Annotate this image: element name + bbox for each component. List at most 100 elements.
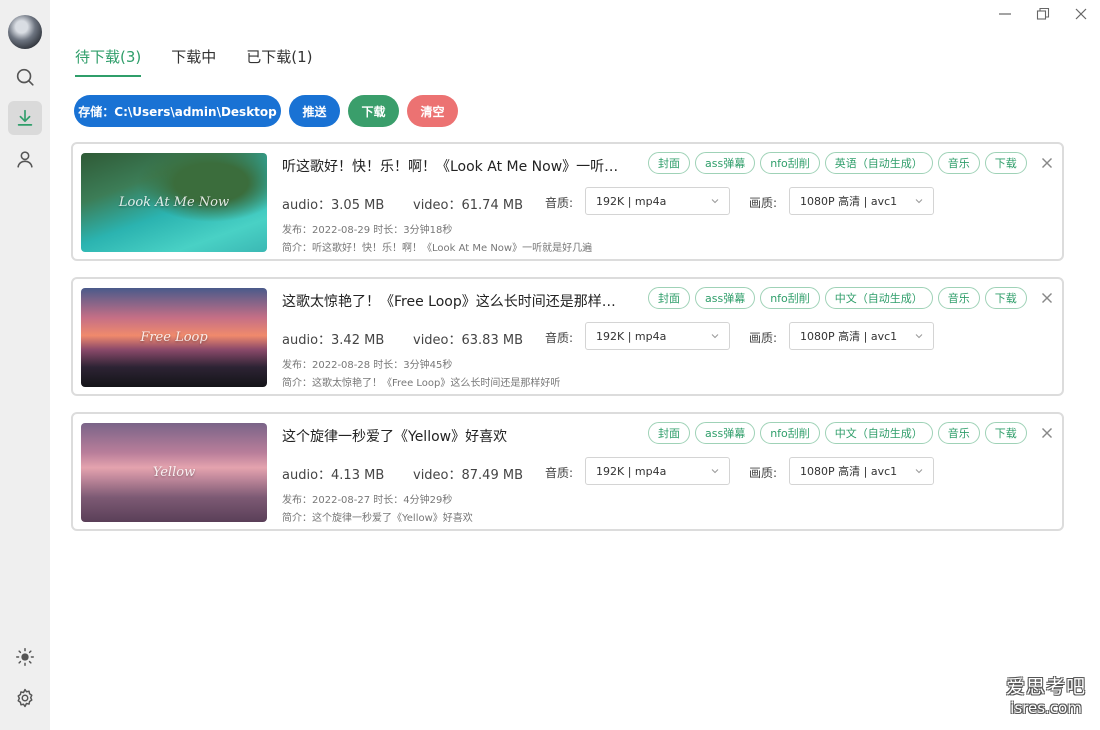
minimize-icon	[999, 13, 1011, 15]
chevron-down-icon	[915, 199, 923, 204]
video-size: video：87.49 MB	[413, 468, 523, 483]
audio-size: audio：3.42 MB	[282, 333, 385, 348]
close-window-button[interactable]	[1069, 4, 1093, 24]
video-quality-select[interactable]: 1080P 高清 | avc1	[789, 187, 934, 215]
download-all-button[interactable]: 下载	[348, 95, 399, 127]
remove-item-button[interactable]	[1039, 290, 1055, 306]
push-button[interactable]: 推送	[289, 95, 340, 127]
tag-subtitle[interactable]: 英语（自动生成）	[824, 152, 933, 174]
publish-info: 发布：2022-08-29 时长：3分钟18秒	[282, 225, 453, 236]
video-intro: 简介：听这歌好！快！乐！啊！《Look At Me Now》一听就是好几遍	[282, 243, 593, 254]
video-quality-select[interactable]: 1080P 高清 | avc1	[789, 457, 934, 485]
search-icon	[16, 68, 34, 86]
chevron-down-icon	[915, 469, 923, 474]
option-tags: 封面 ass弹幕 nfo刮削 中文（自动生成） 音乐 下载	[648, 287, 1027, 309]
tag-music[interactable]: 音乐	[937, 152, 980, 174]
restore-icon	[1036, 7, 1050, 20]
tab-downloading[interactable]: 下载中	[171, 46, 216, 77]
storage-path-button[interactable]: 存储：C:\Users\admin\Desktop	[74, 95, 281, 127]
close-icon	[1042, 158, 1052, 168]
tag-cover[interactable]: 封面	[648, 152, 690, 174]
tag-ass-danmaku[interactable]: ass弹幕	[695, 287, 756, 309]
video-title: 这个旋律一秒爱了《Yellow》好喜欢	[282, 429, 508, 445]
avatar[interactable]	[8, 15, 42, 49]
tag-nfo[interactable]: nfo刮削	[760, 422, 820, 444]
video-quality-value: 1080P 高清 | avc1	[800, 465, 898, 478]
audio-quality-select[interactable]: 192K | mp4a	[585, 457, 730, 485]
watermark-line1: 爱思考吧	[1005, 676, 1086, 698]
tag-cover[interactable]: 封面	[648, 287, 690, 309]
sidebar	[0, 0, 50, 730]
close-icon	[1042, 428, 1052, 438]
tab-downloaded[interactable]: 已下载(1)	[246, 46, 312, 77]
quality-label: 音质:	[545, 331, 574, 345]
tab-bar: 待下载(3) 下载中 已下载(1)	[75, 46, 313, 77]
tag-download[interactable]: 下载	[984, 422, 1027, 444]
theme-sun-icon	[16, 648, 34, 666]
video-quality-value: 1080P 高清 | avc1	[800, 195, 898, 208]
theme-toggle-button[interactable]	[8, 640, 42, 674]
quality-label: 音质:	[545, 196, 574, 210]
sidebar-item-search[interactable]	[8, 60, 42, 94]
toolbar: 存储：C:\Users\admin\Desktop 推送 下载 清空	[74, 95, 458, 127]
audio-quality-value: 192K | mp4a	[596, 464, 667, 478]
restore-button[interactable]	[1031, 4, 1055, 24]
tag-nfo[interactable]: nfo刮削	[760, 152, 820, 174]
close-icon	[1075, 8, 1087, 20]
tag-subtitle[interactable]: 中文（自动生成）	[824, 422, 933, 444]
video-thumbnail: Free Loop	[81, 288, 267, 387]
audio-quality-select[interactable]: 192K | mp4a	[585, 322, 730, 350]
chevron-down-icon	[711, 334, 719, 339]
option-tags: 封面 ass弹幕 nfo刮削 英语（自动生成） 音乐 下载	[648, 152, 1027, 174]
video-intro: 简介：这个旋律一秒爱了《Yellow》好喜欢	[282, 513, 473, 524]
audio-size: audio：3.05 MB	[282, 198, 385, 213]
resolution-label: 画质:	[749, 196, 778, 210]
download-icon	[17, 109, 33, 126]
thumbnail-caption: Free Loop	[140, 330, 208, 345]
download-item: Look At Me Now 听这歌好！快！乐！啊！《Look At Me No…	[71, 142, 1064, 261]
video-quality-value: 1080P 高清 | avc1	[800, 330, 898, 343]
chevron-down-icon	[915, 334, 923, 339]
sidebar-item-download[interactable]	[8, 101, 42, 135]
watermark-line2: isres.com	[1010, 699, 1082, 717]
tag-music[interactable]: 音乐	[937, 422, 980, 444]
chevron-down-icon	[711, 469, 719, 474]
resolution-label: 画质:	[749, 331, 778, 345]
video-intro: 简介：这歌太惊艳了！《Free Loop》这么长时间还是那样好听	[282, 378, 561, 389]
video-title: 这歌太惊艳了！《Free Loop》这么长时间还是那样…	[282, 294, 616, 310]
video-title: 听这歌好！快！乐！啊！《Look At Me Now》一听…	[282, 159, 619, 175]
tag-ass-danmaku[interactable]: ass弹幕	[695, 152, 756, 174]
tag-music[interactable]: 音乐	[937, 287, 980, 309]
audio-quality-value: 192K | mp4a	[596, 329, 667, 343]
tag-cover[interactable]: 封面	[648, 422, 690, 444]
audio-quality-select[interactable]: 192K | mp4a	[585, 187, 730, 215]
option-tags: 封面 ass弹幕 nfo刮削 中文（自动生成） 音乐 下载	[648, 422, 1027, 444]
tag-subtitle[interactable]: 中文（自动生成）	[824, 287, 933, 309]
thumbnail-caption: Look At Me Now	[118, 195, 230, 210]
tag-download[interactable]: 下载	[984, 287, 1027, 309]
minimize-button[interactable]	[993, 4, 1017, 24]
audio-quality-value: 192K | mp4a	[596, 194, 667, 208]
resolution-label: 画质:	[749, 466, 778, 480]
video-thumbnail: Yellow	[81, 423, 267, 522]
sidebar-item-user[interactable]	[8, 142, 42, 176]
tag-nfo[interactable]: nfo刮削	[760, 287, 820, 309]
user-icon	[17, 151, 33, 168]
clear-button[interactable]: 清空	[407, 95, 458, 127]
close-icon	[1042, 293, 1052, 303]
video-size: video：63.83 MB	[413, 333, 523, 348]
download-item: Free Loop 这歌太惊艳了！《Free Loop》这么长时间还是那样… 封…	[71, 277, 1064, 396]
video-quality-select[interactable]: 1080P 高清 | avc1	[789, 322, 934, 350]
remove-item-button[interactable]	[1039, 425, 1055, 441]
remove-item-button[interactable]	[1039, 155, 1055, 171]
video-size: video：61.74 MB	[413, 198, 523, 213]
download-item: Yellow 这个旋律一秒爱了《Yellow》好喜欢 封面 ass弹幕 nfo刮…	[71, 412, 1064, 531]
settings-button[interactable]	[8, 681, 42, 715]
gear-icon	[17, 688, 33, 708]
tag-ass-danmaku[interactable]: ass弹幕	[695, 422, 756, 444]
publish-info: 发布：2022-08-27 时长：4分钟29秒	[282, 495, 453, 506]
tab-pending[interactable]: 待下载(3)	[75, 46, 142, 77]
watermark: 爱思考吧 isres.com	[1006, 672, 1086, 717]
tag-download[interactable]: 下载	[984, 152, 1027, 174]
quality-label: 音质:	[545, 466, 574, 480]
